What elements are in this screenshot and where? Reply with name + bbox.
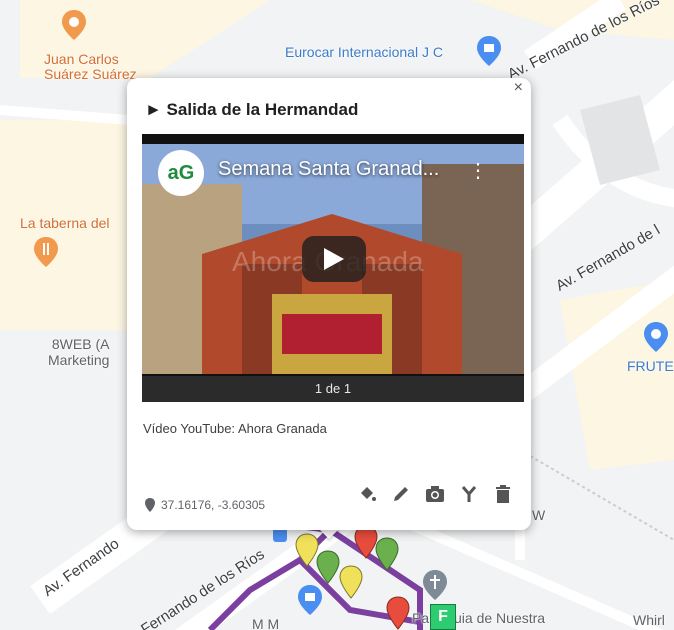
red-marker-icon[interactable]: [386, 596, 410, 630]
info-popup: × ► Salida de la Hermandad aG Semana San…: [127, 78, 531, 530]
close-button[interactable]: ×: [514, 80, 523, 96]
green-marker-icon[interactable]: [316, 550, 340, 584]
green-marker-icon[interactable]: [375, 537, 399, 571]
church-pin-icon[interactable]: [423, 570, 447, 600]
poi-label-eurocar[interactable]: Eurocar Internacional J C: [285, 44, 443, 60]
poi-label-taberna[interactable]: La taberna del: [20, 216, 110, 231]
poi-label-w[interactable]: W: [532, 507, 545, 523]
poi-label-juan-carlos[interactable]: Juan Carlos Suárez Suárez: [44, 52, 137, 82]
location-pin-icon: [145, 498, 155, 512]
f-marker-label: F: [438, 608, 448, 625]
coordinates: 37.16176, -3.60305: [145, 498, 265, 512]
video-title[interactable]: Semana Santa Granad...: [218, 158, 439, 181]
play-icon: [324, 248, 344, 270]
trash-icon: [496, 485, 510, 503]
directions-button[interactable]: [459, 484, 479, 504]
edit-button[interactable]: [391, 484, 411, 504]
delete-button[interactable]: [493, 484, 513, 504]
shopping-cart-pin-icon[interactable]: [644, 322, 668, 352]
video-pager: 1 de 1: [142, 376, 524, 402]
poi-label-whirl[interactable]: Whirl: [633, 612, 665, 628]
more-options-icon[interactable]: ⋮: [468, 158, 488, 183]
play-button[interactable]: [302, 236, 366, 282]
video-embed[interactable]: aG Semana Santa Granad... ⋮ Ahora Granad…: [142, 134, 524, 402]
video-caption: Vídeo YouTube: Ahora Granada: [143, 421, 327, 436]
route-icon: [461, 486, 477, 502]
shopping-pin-icon[interactable]: [477, 36, 501, 66]
shopping-pin-icon[interactable]: [298, 585, 322, 615]
poi-label-frute[interactable]: FRUTE: [627, 358, 674, 374]
poi-label-mm[interactable]: M M: [252, 616, 279, 630]
camera-icon: [426, 486, 444, 502]
yellow-marker-icon[interactable]: [339, 565, 363, 599]
paint-bucket-icon: [361, 487, 376, 501]
add-photo-button[interactable]: [425, 484, 445, 504]
restaurant-pin-icon[interactable]: [62, 10, 86, 40]
style-button[interactable]: [357, 484, 377, 504]
coordinates-text: 37.16176, -3.60305: [161, 498, 266, 512]
restaurant-pin-icon[interactable]: [34, 237, 58, 267]
popup-toolbar: [357, 484, 513, 504]
popup-title: ► Salida de la Hermandad: [145, 100, 359, 119]
f-marker[interactable]: F: [430, 604, 456, 630]
channel-logo[interactable]: aG: [158, 150, 204, 196]
transit-icon[interactable]: [273, 528, 287, 542]
poi-label-8web[interactable]: 8WEB (A Marketing: [48, 336, 109, 368]
pencil-icon: [394, 487, 408, 501]
